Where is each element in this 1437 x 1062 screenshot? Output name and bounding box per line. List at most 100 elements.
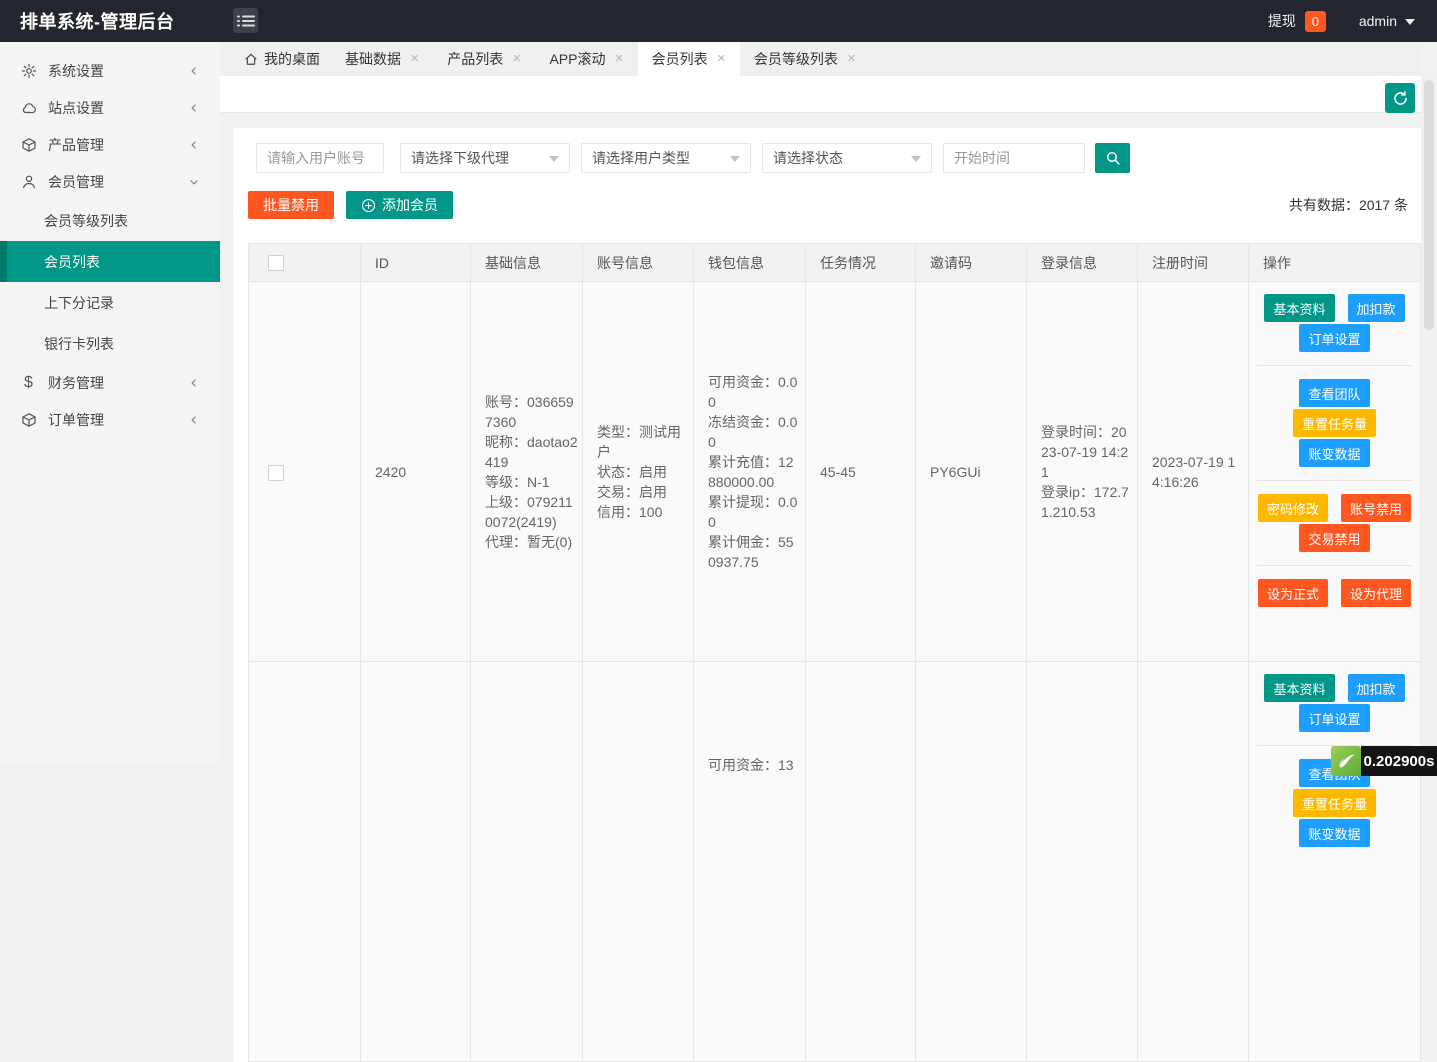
disable-account-button[interactable]: 账号禁用: [1341, 494, 1411, 522]
basic-profile-button[interactable]: 基本资料: [1264, 294, 1334, 322]
reset-task-button[interactable]: 重置任务量: [1293, 409, 1376, 437]
cube-icon: [20, 411, 37, 428]
close-icon[interactable]: ✕: [614, 54, 623, 65]
cell-id: 2420: [361, 282, 471, 662]
chevron-left-icon: [188, 377, 200, 389]
column-header-login-info: 登录信息: [1027, 244, 1138, 282]
add-deduct-funds-button[interactable]: 加扣款: [1348, 294, 1405, 322]
menu-toggle-button[interactable]: [233, 8, 258, 33]
agent-select[interactable]: 请选择下级代理: [400, 143, 570, 173]
cell-basic-info: 账号：0366597360 昵称：daotao2419 等级：N-1 上级：07…: [471, 282, 583, 662]
divider: [1257, 480, 1412, 481]
chevron-left-icon: [188, 139, 200, 151]
cell-basic-info: [471, 662, 583, 1062]
dollar-icon: $: [20, 374, 37, 391]
tab-member-list[interactable]: 会员列表 ✕: [638, 42, 740, 76]
caret-down-icon: [1405, 19, 1415, 25]
column-header-actions: 操作: [1249, 244, 1421, 282]
close-icon[interactable]: ✕: [410, 54, 419, 65]
chevron-left-icon: [188, 414, 200, 426]
order-settings-button[interactable]: 订单设置: [1299, 704, 1369, 732]
tab-app-scroll[interactable]: APP滚动 ✕: [535, 42, 637, 76]
start-time-input[interactable]: [943, 143, 1085, 173]
search-button[interactable]: [1095, 143, 1130, 173]
sidebar: 系统设置 站点设置 产品管理 会员管理 会: [0, 42, 220, 764]
sidebar-item-product-management[interactable]: 产品管理: [0, 126, 220, 163]
action-group: 基本资料 加扣款 订单设置: [1255, 672, 1414, 734]
tab-my-desktop[interactable]: 我的桌面: [233, 42, 331, 76]
caret-down-icon: [730, 156, 740, 162]
withdraw-link[interactable]: 提现: [1268, 11, 1296, 31]
column-header-account-info: 账号信息: [583, 244, 694, 282]
refresh-icon: [1392, 90, 1409, 107]
set-agent-button[interactable]: 设为代理: [1341, 579, 1411, 607]
cell-task-status: 45-45: [806, 282, 916, 662]
chevron-down-icon: [188, 176, 200, 188]
app-title: 排单系统-管理后台: [20, 8, 215, 34]
admin-user-menu[interactable]: admin: [1359, 13, 1415, 29]
view-team-button[interactable]: 查看团队: [1299, 379, 1369, 407]
order-settings-button[interactable]: 订单设置: [1299, 324, 1369, 352]
sidebar-item-label: 订单管理: [48, 410, 188, 430]
cell-login-info: 登录时间：2023-07-19 14:21 登录ip：172.71.210.53: [1027, 282, 1138, 662]
member-table: ID 基础信息 账号信息 钱包信息 任务情况 邀请码 登录信息 注册时间 操作 …: [248, 243, 1421, 1062]
set-official-button[interactable]: 设为正式: [1258, 579, 1328, 607]
batch-disable-button[interactable]: 批量禁用: [248, 191, 334, 219]
cell-account-info: 类型：测试用户 状态：启用 交易：启用 信用：100: [583, 282, 694, 662]
scrollbar-track: [1421, 76, 1437, 764]
cloud-icon: [20, 99, 37, 116]
sidebar-item-label: 财务管理: [48, 373, 188, 393]
balance-change-button[interactable]: 账变数据: [1299, 819, 1369, 847]
account-search-input[interactable]: [256, 143, 384, 173]
column-header-task-status: 任务情况: [806, 244, 916, 282]
reset-task-button[interactable]: 重置任务量: [1293, 789, 1376, 817]
scrollbar-thumb[interactable]: [1424, 80, 1434, 330]
divider: [1257, 365, 1412, 366]
sidebar-item-member-list[interactable]: 会员列表: [0, 241, 220, 282]
table-toolbar: 批量禁用 添加会员 共有数据：2017 条: [248, 191, 1408, 219]
content-tool-strip: [220, 76, 1421, 113]
add-deduct-funds-button[interactable]: 加扣款: [1348, 674, 1405, 702]
column-header-register-time: 注册时间: [1138, 244, 1249, 282]
basic-profile-button[interactable]: 基本资料: [1264, 674, 1334, 702]
action-group: 基本资料 加扣款 订单设置: [1255, 292, 1414, 354]
cell-actions: 基本资料 加扣款 订单设置 查看团队 重置任务量 账变数据: [1249, 662, 1421, 1062]
balance-change-button[interactable]: 账变数据: [1299, 439, 1369, 467]
search-icon: [1105, 150, 1121, 166]
refresh-button[interactable]: [1385, 83, 1415, 113]
status-select[interactable]: 请选择状态: [762, 143, 932, 173]
tab-product-list[interactable]: 产品列表 ✕: [433, 42, 535, 76]
add-member-button[interactable]: 添加会员: [346, 191, 453, 219]
close-icon[interactable]: ✕: [847, 54, 856, 65]
sidebar-item-site-settings[interactable]: 站点设置: [0, 89, 220, 126]
tab-member-level-list[interactable]: 会员等级列表 ✕: [740, 42, 870, 76]
cell-task-status: [806, 662, 916, 1062]
cell-account-info: [583, 662, 694, 1062]
sidebar-item-system-settings[interactable]: 系统设置: [0, 52, 220, 89]
sidebar-item-member-management[interactable]: 会员管理: [0, 163, 220, 200]
close-icon[interactable]: ✕: [717, 54, 726, 65]
row-checkbox[interactable]: [268, 465, 284, 481]
close-icon[interactable]: ✕: [512, 54, 521, 65]
action-group: 密码修改 账号禁用 交易禁用: [1255, 492, 1414, 554]
member-list-panel: 请选择下级代理 请选择用户类型 请选择状态 批量禁用 添加会员: [233, 128, 1421, 1062]
cell-register-time: [1138, 662, 1249, 1062]
change-password-button[interactable]: 密码修改: [1258, 494, 1328, 522]
disable-trade-button[interactable]: 交易禁用: [1299, 524, 1369, 552]
sidebar-item-member-level-list[interactable]: 会员等级列表: [0, 200, 220, 241]
sidebar-item-finance-management[interactable]: $ 财务管理: [0, 364, 220, 401]
sidebar-item-points-record[interactable]: 上下分记录: [0, 282, 220, 323]
tab-basic-data[interactable]: 基础数据 ✕: [331, 42, 433, 76]
user-type-select[interactable]: 请选择用户类型: [581, 143, 751, 173]
sidebar-item-label: 会员管理: [48, 172, 188, 192]
cell-wallet-info: 可用资金：13: [694, 662, 806, 1062]
sidebar-item-bank-card-list[interactable]: 银行卡列表: [0, 323, 220, 364]
filter-row: 请选择下级代理 请选择用户类型 请选择状态: [233, 143, 1421, 173]
sidebar-item-label: 产品管理: [48, 135, 188, 155]
select-all-checkbox[interactable]: [268, 255, 284, 271]
cell-actions: 基本资料 加扣款 订单设置 查看团队 重置任务量 账变数据 密码修改 账号禁用: [1249, 282, 1421, 662]
table-header-row: ID 基础信息 账号信息 钱包信息 任务情况 邀请码 登录信息 注册时间 操作: [249, 244, 1421, 282]
sidebar-item-order-management[interactable]: 订单管理: [0, 401, 220, 438]
cell-invite-code: PY6GUi: [916, 282, 1027, 662]
sidebar-item-label: 系统设置: [48, 61, 188, 81]
